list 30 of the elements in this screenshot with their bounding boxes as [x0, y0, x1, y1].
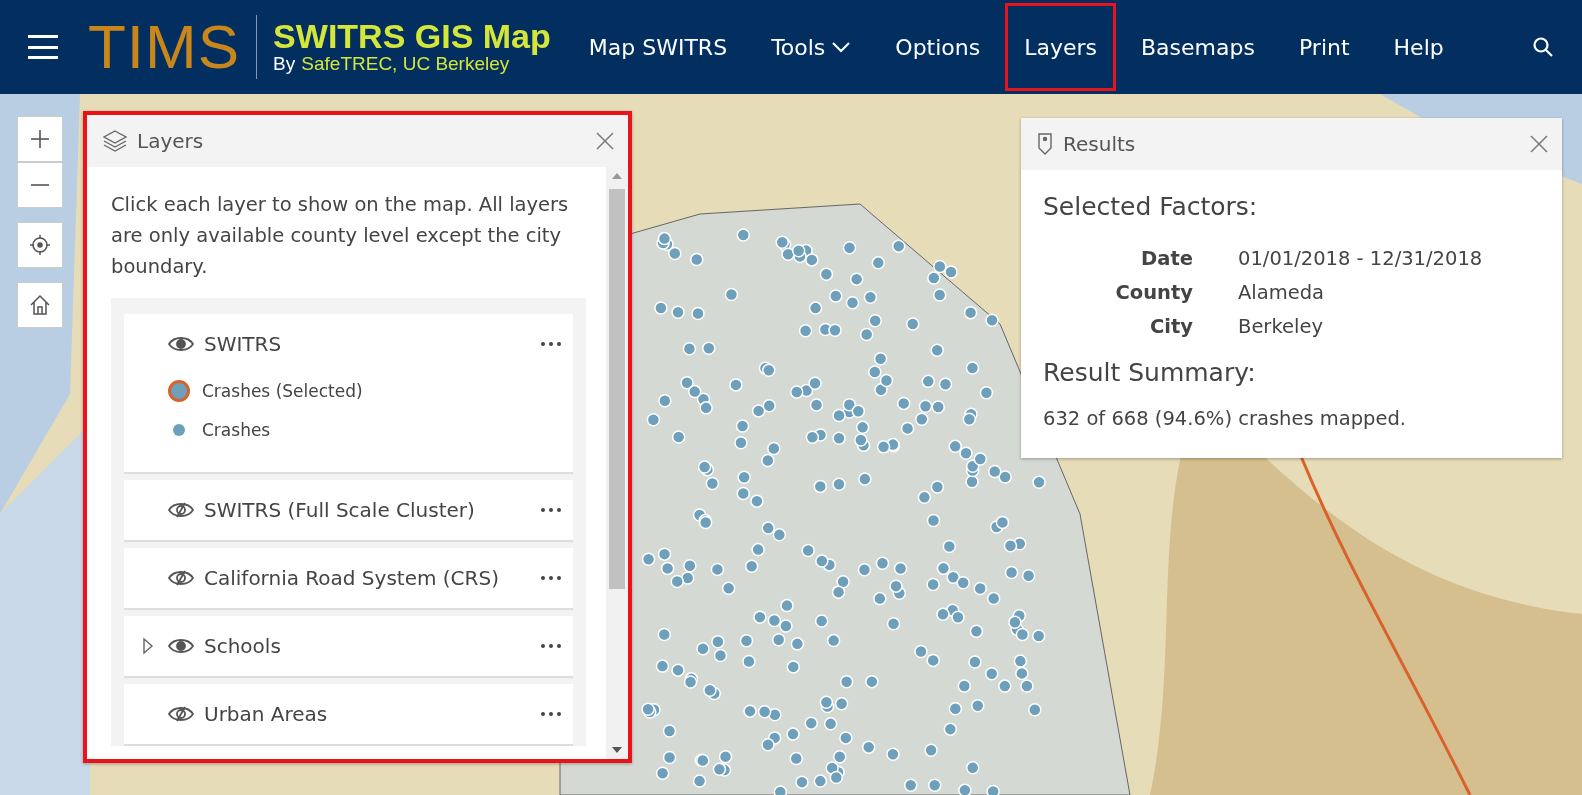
nav-link[interactable]: Print — [1276, 0, 1372, 94]
result-summary: 632 of 668 (94.6%) crashes mapped. — [1043, 407, 1408, 430]
panel-title: Layers — [137, 129, 205, 153]
factor-label: City — [1148, 315, 1193, 338]
factor-label: County — [1114, 281, 1193, 304]
nav-link[interactable]: Map SWITRS — [566, 0, 750, 94]
nav-link[interactable]: Options — [873, 0, 1003, 94]
layer-name[interactable]: Schools — [204, 634, 531, 658]
byline-organization: SafeTREC, UC Berkeley — [301, 53, 510, 75]
layer-name[interactable]: California Road System (CRS) — [204, 566, 531, 590]
layer-name[interactable]: SWITRS (Full Scale Cluster) — [204, 498, 531, 522]
layer-name[interactable]: Urban Areas — [204, 702, 531, 726]
byline-prefix: By — [273, 53, 296, 75]
panel-title: Results — [1063, 132, 1137, 156]
nav-link[interactable]: Tools — [749, 0, 874, 94]
factor-value: Alameda — [1238, 281, 1326, 304]
section-heading: Selected Factors: — [1043, 192, 1259, 221]
brand-logo: TIMS — [88, 15, 258, 79]
panel-description: Click each layer to show on the map. All layers are only available county level except the city boundary. — [111, 192, 570, 280]
nav-link[interactable]: Help — [1371, 0, 1466, 94]
legend-label: Crashes — [202, 420, 271, 440]
layer-name[interactable]: SWITRS — [204, 332, 531, 356]
section-heading: Result Summary: — [1043, 358, 1257, 387]
factor-value: Berkeley — [1238, 315, 1324, 338]
app-title: SWITRS GIS Map — [273, 19, 551, 53]
nav-link[interactable]: Basemaps — [1119, 0, 1277, 94]
factor-label: Date — [1140, 247, 1193, 270]
nav-link[interactable]: Layers — [1002, 0, 1120, 94]
factor-value: 01/01/2018 - 12/31/2018 — [1238, 247, 1484, 270]
legend-label: Crashes (Selected) — [202, 381, 363, 401]
